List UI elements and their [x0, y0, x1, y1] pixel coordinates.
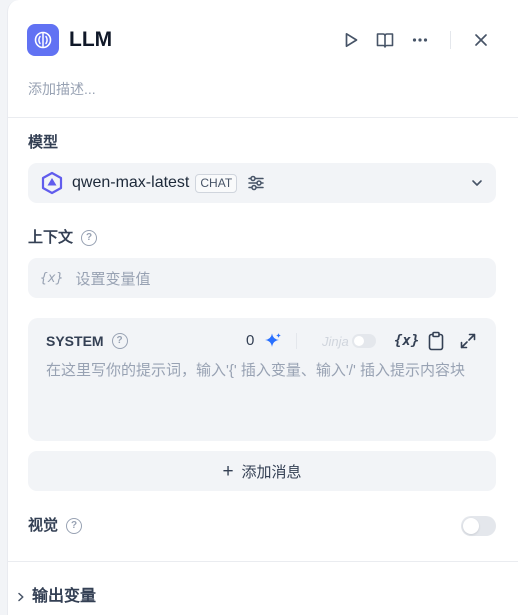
prompt-generator-button[interactable]	[264, 331, 282, 351]
sliders-icon	[248, 175, 264, 191]
expand-button[interactable]	[459, 331, 477, 351]
help-doc-button[interactable]	[373, 28, 397, 52]
add-message-button[interactable]: + 添加消息	[28, 451, 496, 491]
close-button[interactable]	[469, 28, 493, 52]
jinja-toggle[interactable]: Jinja	[322, 331, 376, 351]
context-variable-input[interactable]: {x} 设置变量值	[28, 258, 496, 298]
output-variables-label: 输出变量	[32, 588, 97, 605]
variable-icon: {x}	[394, 333, 420, 349]
model-section-label: 模型	[28, 132, 58, 154]
book-open-icon	[376, 33, 394, 48]
node-config-panel: LLM 添加描述... 模型 qwen-max-latest CHAT 上下文 …	[7, 0, 518, 615]
variable-icon: {x}	[40, 270, 64, 286]
model-name: qwen-max-latest	[72, 174, 190, 191]
model-params-button[interactable]	[247, 174, 265, 192]
qwen-logo-icon	[41, 171, 63, 195]
chevron-down-icon	[472, 180, 482, 186]
output-variables-toggle[interactable]: 输出变量	[16, 586, 96, 608]
vision-section-label: 视觉 ?	[28, 515, 83, 537]
expand-icon	[460, 333, 476, 349]
sparkle-icon	[265, 333, 281, 347]
node-title[interactable]: LLM	[69, 27, 112, 53]
help-icon[interactable]: ?	[81, 230, 98, 246]
model-mode-badge: CHAT	[195, 173, 238, 193]
prompt-textarea[interactable]: 在这里写你的提示词，输入'{' 插入变量、输入'/' 插入提示内容块	[46, 361, 476, 381]
model-label: 模型	[28, 134, 59, 151]
panel-header: LLM 添加描述...	[8, 0, 518, 118]
vision-label: 视觉	[28, 517, 59, 534]
more-icon	[412, 38, 428, 42]
prompt-role-header: SYSTEM ?	[46, 331, 128, 351]
header-divider	[450, 31, 451, 49]
llm-node-icon	[27, 24, 59, 56]
context-section-label: 上下文 ?	[28, 227, 98, 249]
help-icon[interactable]: ?	[111, 333, 128, 349]
copy-button[interactable]	[427, 331, 445, 351]
jinja-label: Jinja	[322, 333, 349, 349]
description-input[interactable]: 添加描述...	[28, 79, 96, 99]
insert-variable-button[interactable]: {x}	[394, 331, 419, 351]
model-selector[interactable]: qwen-max-latest CHAT	[28, 163, 496, 203]
more-button[interactable]	[408, 28, 432, 52]
run-button[interactable]	[339, 28, 363, 52]
model-dropdown-chevron[interactable]	[470, 176, 484, 190]
brain-icon	[34, 31, 52, 49]
plus-icon: +	[222, 460, 234, 482]
add-message-label: 添加消息	[241, 463, 302, 481]
system-prompt-editor: SYSTEM ? 0 Jinja {x} 在这里写你的提示词，输入'{' 插入变…	[28, 318, 496, 441]
jinja-switch[interactable]	[351, 334, 376, 348]
prompt-token-count: 0	[246, 332, 255, 349]
context-label: 上下文	[28, 229, 74, 246]
section-divider	[8, 561, 518, 562]
chevron-right-icon	[18, 592, 24, 602]
vision-toggle[interactable]	[461, 516, 496, 536]
help-icon[interactable]: ?	[66, 518, 83, 534]
play-icon	[345, 32, 358, 48]
context-placeholder: 设置变量值	[75, 270, 151, 288]
tools-divider	[296, 333, 297, 349]
close-icon	[475, 34, 487, 46]
clipboard-icon	[428, 331, 444, 351]
prompt-role-label: SYSTEM	[46, 333, 104, 349]
